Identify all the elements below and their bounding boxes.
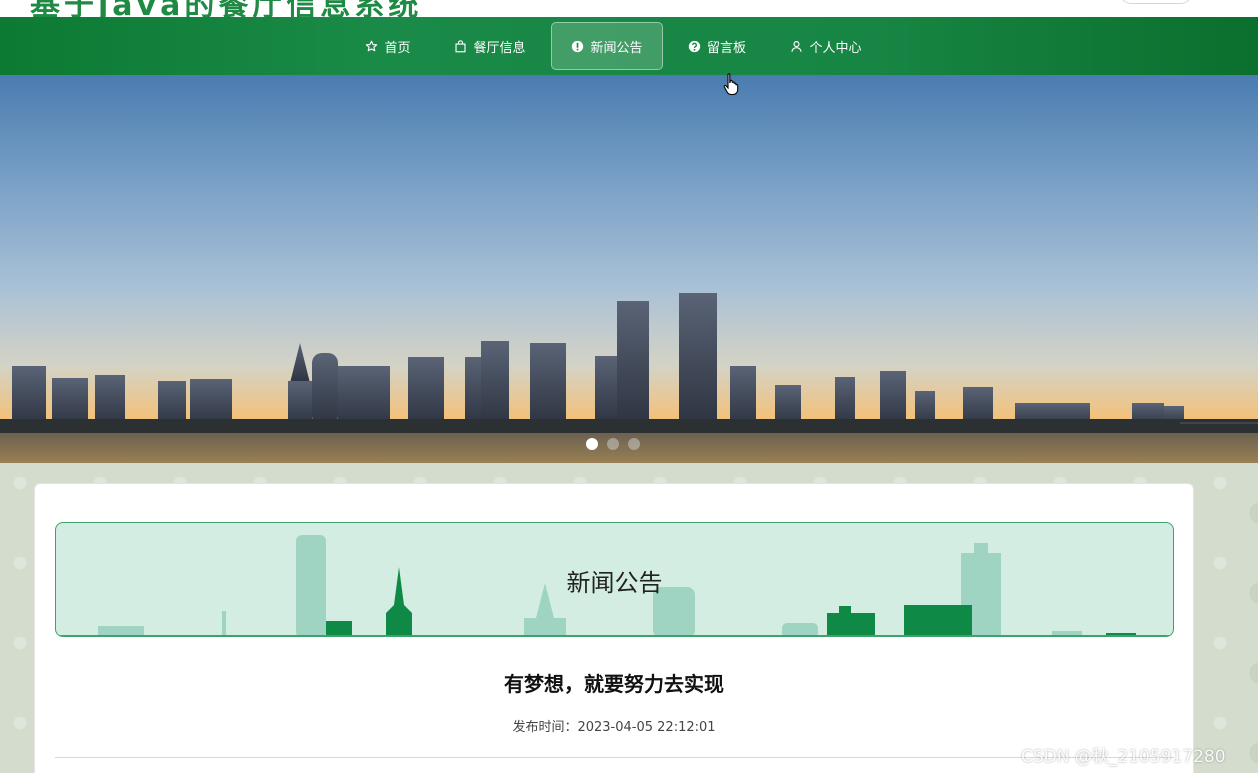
main-nav: 首页 餐厅信息 新闻公告 留言板 个人中心: [0, 17, 1258, 75]
user-icon: [791, 40, 803, 52]
nav-label: 留言板: [706, 40, 746, 56]
nav-label: 首页: [384, 40, 411, 56]
nav-item-user-center[interactable]: 个人中心: [776, 22, 876, 70]
section-title: 新闻公告: [566, 569, 663, 597]
section-header: 新闻公告: [55, 522, 1174, 637]
hero-banner: [0, 75, 1258, 463]
nav-label: 餐厅信息: [473, 40, 526, 56]
nav-item-news[interactable]: 新闻公告: [551, 22, 663, 70]
nav-item-home[interactable]: 首页: [352, 22, 424, 70]
nav-label: 个人中心: [809, 40, 862, 56]
nav-item-message-board[interactable]: 留言板: [674, 22, 760, 70]
watermark: CSDN @秋_2105917280: [1021, 747, 1226, 767]
publish-time: 2023-04-05 22:12:01: [577, 720, 716, 735]
carousel-dot[interactable]: [586, 438, 598, 450]
header-button[interactable]: [1120, 0, 1192, 4]
nav-label: 新闻公告: [590, 40, 643, 56]
carousel-dot[interactable]: [607, 438, 619, 450]
top-header: 基于java的餐厅信息系统: [0, 0, 1258, 17]
article-title: 有梦想，就要努力去实现: [504, 672, 724, 696]
question-circle-icon: [688, 40, 701, 52]
publish-label: 发布时间：: [512, 720, 578, 735]
news-card: 新闻公告 有梦想，就要努力去实现 发布时间：2023-04-05 22:12:0…: [34, 483, 1194, 773]
exclamation-circle-icon: [572, 40, 584, 52]
carousel-dot[interactable]: [628, 438, 640, 450]
shopping-bag-icon: [455, 39, 467, 52]
divider: [55, 757, 1174, 758]
site-title: 基于java的餐厅信息系统: [30, 0, 422, 17]
publish-info: 发布时间：2023-04-05 22:12:01: [35, 716, 1193, 735]
hand-cursor-icon: [723, 73, 739, 96]
star-icon: [366, 40, 378, 51]
nav-item-restaurant[interactable]: 餐厅信息: [440, 22, 540, 70]
carousel-indicators: [586, 438, 640, 450]
